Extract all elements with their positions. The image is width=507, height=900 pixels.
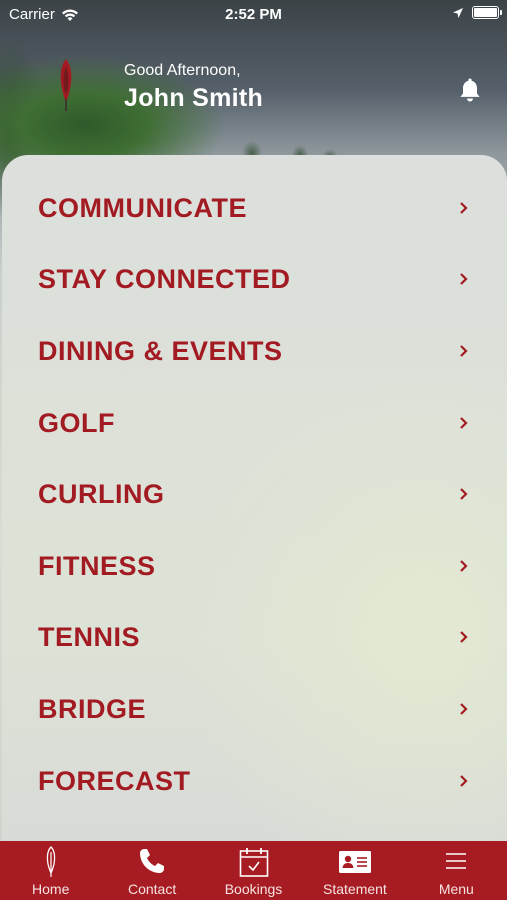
status-right <box>452 6 502 19</box>
menu-item-tennis[interactable]: TENNIS <box>2 607 507 667</box>
main-menu-panel: COMMUNICATE STAY CONNECTED DINING & EVEN… <box>2 155 507 845</box>
tab-label: Contact <box>127 881 177 897</box>
menu-item-label: FORECAST <box>38 765 191 796</box>
notification-bell-icon[interactable] <box>459 77 481 103</box>
menu-item-label: COMMUNICATE <box>38 192 247 223</box>
chevron-right-icon <box>460 703 468 715</box>
menu-item-dining-events[interactable]: DINING & EVENTS <box>2 321 507 381</box>
tab-menu[interactable]: Menu <box>406 841 507 900</box>
user-name: John Smith <box>124 84 264 112</box>
feather-logo-icon <box>60 59 72 111</box>
phone-icon <box>140 849 165 873</box>
chevron-right-icon <box>460 560 468 572</box>
status-time: 2:52 PM <box>225 6 282 23</box>
menu-item-fitness[interactable]: FITNESS <box>2 536 507 596</box>
chevron-right-icon <box>460 417 468 429</box>
chevron-right-icon <box>460 345 468 357</box>
bottom-tab-bar: Home Contact Bookings Statement Menu <box>0 841 507 900</box>
status-bar: Carrier 2:52 PM <box>0 0 507 30</box>
menu-item-label: DINING & EVENTS <box>38 335 283 366</box>
chevron-right-icon <box>460 631 468 643</box>
calendar-icon <box>239 848 268 877</box>
tab-label: Home <box>32 881 70 897</box>
menu-item-stay-connected[interactable]: STAY CONNECTED <box>2 249 507 309</box>
menu-item-label: GOLF <box>38 407 115 438</box>
greeting-text: Good Afternoon, <box>124 62 241 79</box>
statement-card-icon <box>338 851 371 873</box>
tab-label: Bookings <box>224 881 283 897</box>
menu-item-label: STAY CONNECTED <box>38 263 291 294</box>
location-arrow-icon <box>453 7 463 18</box>
menu-item-label: CURLING <box>38 478 165 509</box>
menu-item-communicate[interactable]: COMMUNICATE <box>2 178 507 238</box>
tab-label: Statement <box>323 881 387 897</box>
header: Good Afternoon, John Smith <box>0 55 507 135</box>
menu-item-golf[interactable]: GOLF <box>2 393 507 453</box>
chevron-right-icon <box>460 202 468 214</box>
chevron-right-icon <box>460 775 468 787</box>
menu-item-label: BRIDGE <box>38 693 147 724</box>
menu-item-forecast[interactable]: FORECAST <box>2 751 507 811</box>
feather-icon <box>46 846 55 877</box>
tab-label: Menu <box>438 881 474 897</box>
tab-bookings[interactable]: Bookings <box>203 841 304 900</box>
tab-statement[interactable]: Statement <box>304 841 405 900</box>
chevron-right-icon <box>460 273 468 285</box>
battery-icon <box>472 6 502 19</box>
menu-item-curling[interactable]: CURLING <box>2 464 507 524</box>
hamburger-icon <box>446 853 467 869</box>
chevron-right-icon <box>460 488 468 500</box>
menu-item-bridge[interactable]: BRIDGE <box>2 679 507 739</box>
menu-item-label: TENNIS <box>38 621 141 652</box>
tab-home[interactable]: Home <box>0 841 101 900</box>
tab-contact[interactable]: Contact <box>101 841 202 900</box>
menu-item-label: FITNESS <box>38 550 156 581</box>
